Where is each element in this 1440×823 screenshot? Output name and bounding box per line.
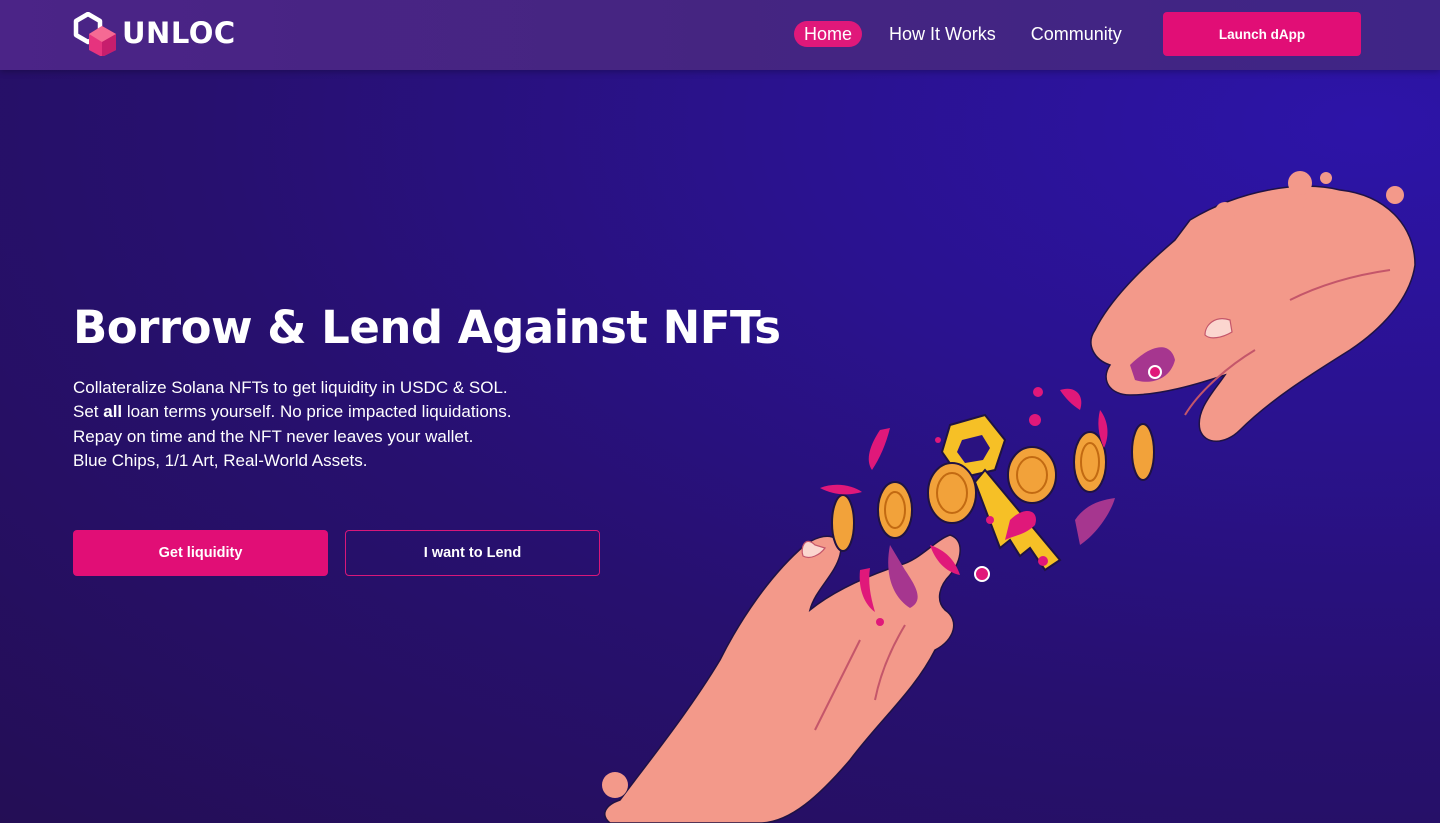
top-navigation-bar: UNLOC Home How It Works Community Launch… [0, 0, 1440, 70]
unloc-hexagon-logo-icon [73, 12, 116, 56]
logo[interactable]: UNLOC [73, 12, 236, 56]
main-nav: Home How It Works Community [794, 21, 1132, 47]
hands-exchanging-key-and-coins-illustration [602, 171, 1416, 823]
logo-text: UNLOC [122, 16, 236, 50]
hero-line-2: Set all loan terms yourself. No price im… [73, 400, 511, 424]
hero-line-3: Repay on time and the NFT never leaves y… [73, 426, 474, 446]
get-liquidity-button[interactable]: Get liquidity [73, 530, 328, 576]
hero-line-2-bold: all [103, 402, 123, 422]
want-to-lend-button[interactable]: I want to Lend [345, 530, 600, 576]
hero-line-4: Blue Chips, 1/1 Art, Real-World Assets. [73, 450, 368, 470]
nav-community[interactable]: Community [1021, 21, 1132, 47]
hero-description: Collateralize Solana NFTs to get liquidi… [73, 376, 511, 473]
hero-line-2-before: Set [73, 402, 104, 422]
upper-hand [1090, 171, 1416, 442]
nav-how-it-works[interactable]: How It Works [879, 21, 1006, 47]
hero-line-2-after: loan terms yourself. No price impacted l… [122, 402, 512, 422]
launch-dapp-button[interactable]: Launch dApp [1163, 12, 1361, 56]
hero-line-1: Collateralize Solana NFTs to get liquidi… [73, 378, 508, 397]
nav-home[interactable]: Home [794, 21, 863, 47]
